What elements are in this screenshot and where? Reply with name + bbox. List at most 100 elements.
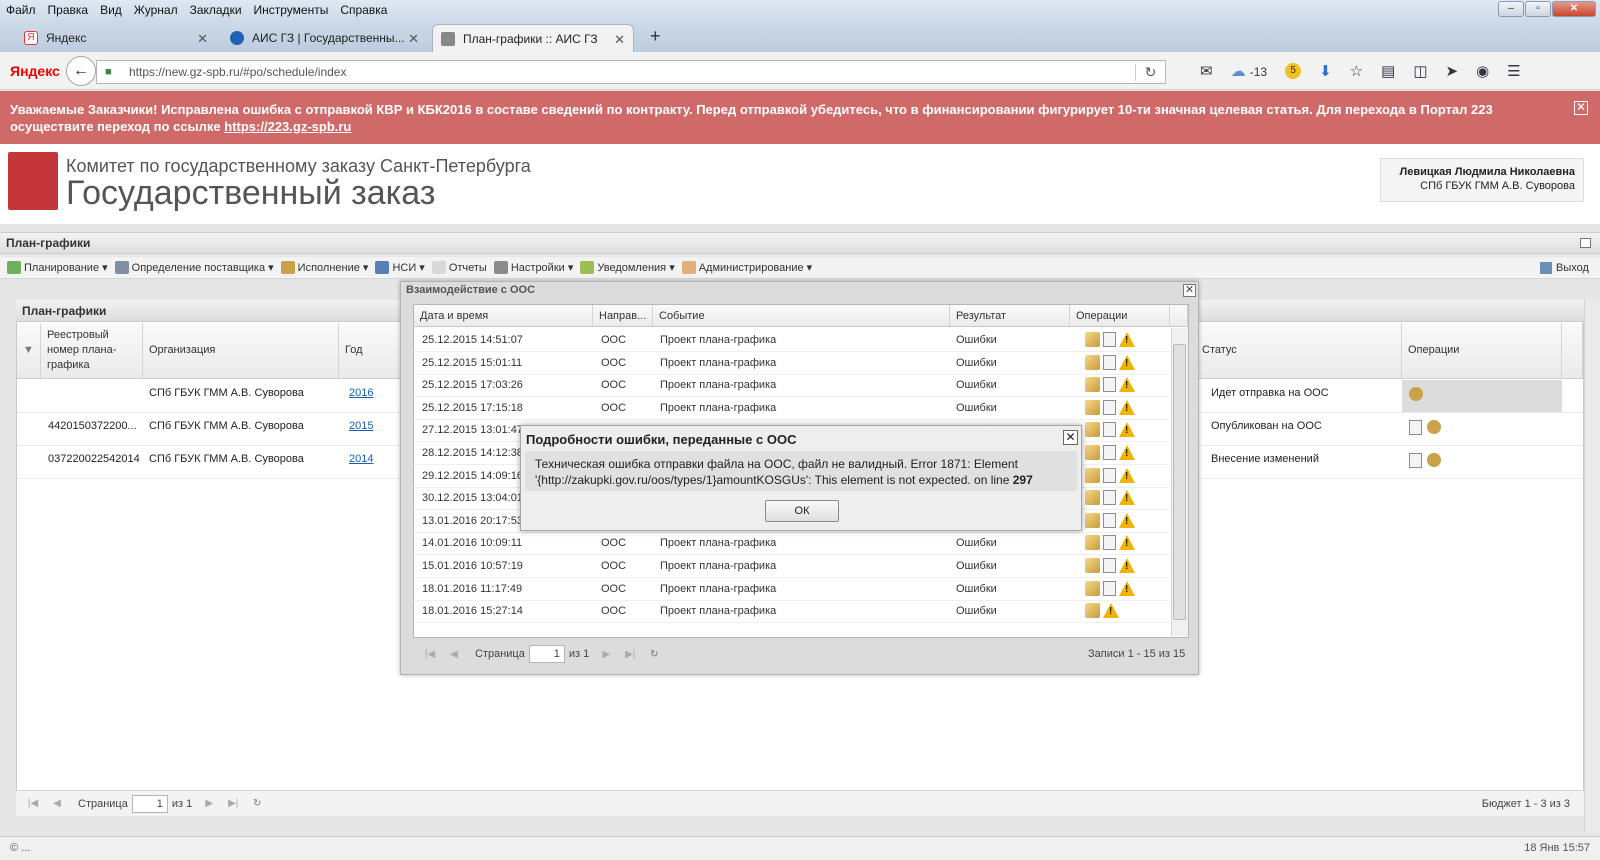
document-icon[interactable] — [1103, 467, 1116, 483]
minimize-icon[interactable]: – — [1498, 1, 1524, 17]
page-input[interactable]: 1 — [528, 645, 565, 663]
menu-edit[interactable]: Правка — [42, 3, 95, 17]
document-icon[interactable] — [1103, 422, 1116, 438]
user-info[interactable]: Левицкая Людмила Николаевна СПб ГБУК ГММ… — [1380, 158, 1584, 202]
package-icon[interactable] — [1085, 354, 1100, 370]
package-icon[interactable] — [1085, 399, 1100, 415]
back-button[interactable]: ← — [66, 56, 96, 86]
document-icon[interactable] — [1409, 453, 1422, 468]
download-icon[interactable]: ⬇ — [1319, 62, 1332, 80]
col-result[interactable]: Результат — [950, 305, 1070, 327]
filter-column-header[interactable]: ▼ — [17, 323, 41, 379]
page-scrollbar[interactable] — [1584, 300, 1600, 832]
year-link[interactable]: 2016 — [349, 387, 373, 399]
reading-list-icon[interactable]: ▤ — [1381, 62, 1395, 80]
package-icon[interactable] — [1085, 445, 1100, 460]
tab-close-icon[interactable]: ✕ — [197, 31, 208, 47]
weather-widget[interactable]: ☁ -13 — [1231, 62, 1268, 80]
document-icon[interactable] — [1103, 558, 1116, 573]
chat-icon[interactable]: ◉ — [1476, 62, 1489, 80]
address-bar[interactable]: ■ https://new.gz-spb.ru/#po/schedule/ind… — [96, 60, 1166, 84]
pocket-icon[interactable]: ◫ — [1413, 62, 1427, 80]
menu-file[interactable]: Файл — [0, 3, 42, 17]
first-page-icon[interactable]: |◀ — [423, 649, 437, 660]
col-year[interactable]: Год — [339, 323, 401, 379]
menu-reports[interactable]: Отчеты — [431, 261, 487, 274]
col-ops[interactable]: Операции — [1070, 305, 1170, 327]
page-input[interactable]: 1 — [131, 794, 168, 813]
col-status[interactable]: Статус — [1196, 323, 1402, 379]
package-icon[interactable] — [1085, 512, 1100, 528]
warning-icon[interactable]: ! — [1119, 558, 1135, 573]
tab-ais-gz[interactable]: АИС ГЗ | Государственны... ✕ — [222, 24, 427, 52]
table-row[interactable]: 18.01.2016 15:27:14 ООС Проект плана-графи… — [414, 600, 1170, 624]
next-page-icon[interactable]: ▶ — [202, 798, 216, 809]
menu-execution[interactable]: Исполнение ▾ — [280, 261, 368, 274]
table-row[interactable]: 25.12.2015 17:15:18 ООС Проект плана-графи… — [414, 397, 1170, 420]
collapse-icon[interactable] — [1580, 238, 1591, 248]
warning-icon[interactable]: ! — [1119, 422, 1135, 438]
document-icon[interactable] — [1103, 535, 1116, 551]
tab-close-icon[interactable]: ✕ — [408, 31, 419, 47]
warning-icon[interactable]: ! — [1119, 399, 1135, 415]
warning-icon[interactable]: ! — [1119, 512, 1135, 528]
last-page-icon[interactable]: ▶| — [226, 798, 240, 809]
document-icon[interactable] — [1103, 377, 1116, 393]
menu-view[interactable]: Вид — [94, 3, 128, 17]
oos-scroll-thumb[interactable] — [1173, 344, 1186, 620]
menu-history[interactable]: Журнал — [128, 3, 184, 17]
document-icon[interactable] — [1103, 490, 1116, 506]
document-icon[interactable] — [1103, 445, 1116, 460]
warning-icon[interactable]: ! — [1119, 467, 1135, 483]
package-icon[interactable] — [1085, 603, 1100, 619]
emblem-icon[interactable] — [1427, 420, 1441, 434]
menu-settings[interactable]: Настройки ▾ — [493, 261, 573, 274]
menu-admin[interactable]: Администрирование ▾ — [681, 261, 812, 274]
portal-223-link[interactable]: https://223.gz-spb.ru — [224, 119, 351, 134]
document-icon[interactable] — [1103, 332, 1116, 347]
warning-icon[interactable]: ! — [1119, 490, 1135, 506]
package-icon[interactable] — [1085, 422, 1100, 438]
oos-close-icon[interactable]: ✕ — [1183, 284, 1196, 297]
ok-button[interactable]: ОК — [765, 500, 839, 522]
table-row[interactable]: 14.01.2016 10:09:11 ООС Проект плана-графи… — [414, 532, 1170, 556]
table-row[interactable]: 25.12.2015 15:01:11 ООС Проект плана-графи… — [414, 352, 1170, 375]
package-icon[interactable] — [1085, 377, 1100, 393]
menu-planning[interactable]: Планирование ▾ — [7, 261, 108, 274]
send-icon[interactable]: ➤ — [1446, 62, 1459, 80]
package-icon[interactable] — [1085, 558, 1100, 573]
warning-icon[interactable]: ! — [1119, 535, 1135, 551]
warning-icon[interactable]: ! — [1119, 580, 1135, 596]
tab-yandex[interactable]: Я Яндекс ✕ — [16, 24, 216, 52]
coins-widget[interactable]: 5 — [1285, 63, 1302, 79]
emblem-icon[interactable] — [1427, 453, 1441, 467]
menu-help[interactable]: Справка — [334, 3, 393, 17]
warning-icon[interactable]: ! — [1119, 332, 1135, 347]
document-icon[interactable] — [1103, 399, 1116, 415]
col-reg-number[interactable]: Реестровый номер плана-графика — [41, 323, 143, 379]
mail-icon[interactable]: ✉ — [1200, 62, 1213, 80]
warning-icon[interactable]: ! — [1119, 377, 1135, 393]
package-icon[interactable] — [1085, 580, 1100, 596]
menu-nsi[interactable]: НСИ ▾ — [375, 261, 425, 274]
package-icon[interactable] — [1085, 490, 1100, 506]
table-row[interactable]: 15.01.2016 10:57:19 ООС Проект плана-графи… — [414, 555, 1170, 578]
menu-supplier[interactable]: Определение поставщика ▾ — [114, 261, 274, 274]
col-datetime[interactable]: Дата и время — [414, 305, 593, 327]
document-icon[interactable] — [1409, 420, 1422, 435]
next-page-icon[interactable]: ▶ — [599, 649, 613, 660]
col-organization[interactable]: Организация — [143, 323, 339, 379]
menu-tools[interactable]: Инструменты — [248, 3, 335, 17]
year-link[interactable]: 2015 — [349, 420, 373, 432]
refresh-icon[interactable]: ↻ — [647, 649, 661, 660]
package-icon[interactable] — [1085, 535, 1100, 551]
table-row[interactable]: 25.12.2015 14:51:07 ООС Проект плана-графи… — [414, 329, 1170, 352]
maximize-icon[interactable]: ▫ — [1525, 1, 1551, 17]
warning-icon[interactable]: ! — [1119, 445, 1135, 460]
year-link[interactable]: 2014 — [349, 453, 373, 465]
table-row[interactable]: 25.12.2015 17:03:26 ООС Проект плана-графи… — [414, 374, 1170, 398]
col-direction[interactable]: Направ... — [593, 305, 653, 327]
close-window-icon[interactable]: ✕ — [1552, 1, 1596, 17]
notice-close-icon[interactable]: ✕ — [1574, 101, 1588, 115]
col-operations[interactable]: Операции — [1402, 323, 1562, 379]
